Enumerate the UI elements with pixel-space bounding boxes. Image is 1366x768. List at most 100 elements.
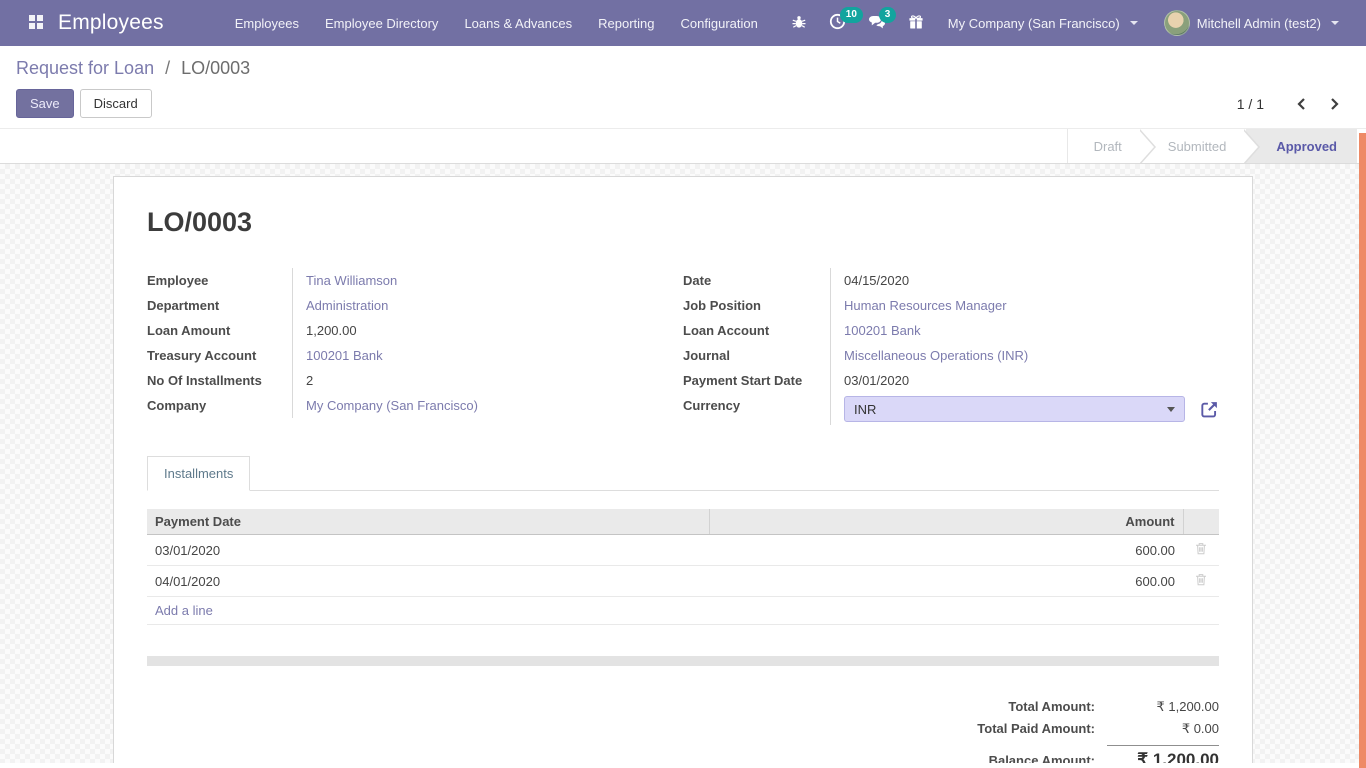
balance-amount-row: Balance Amount: ₹ 1,200.00 (989, 740, 1219, 763)
menu-reporting[interactable]: Reporting (585, 0, 667, 46)
breadcrumb-separator: / (165, 58, 170, 78)
total-paid-amount-value: ₹ 0.00 (1107, 721, 1219, 737)
field-value-installments-count[interactable]: 2 (293, 368, 667, 393)
apps-grid-icon (29, 15, 43, 32)
field-value-employee[interactable]: Tina Williamson (293, 268, 667, 293)
record-title: LO/0003 (147, 207, 1219, 238)
apps-menu-button[interactable] (0, 15, 58, 32)
trash-icon (1195, 573, 1207, 586)
menu-loans-advances[interactable]: Loans & Advances (451, 0, 585, 46)
field-label-loan-account: Loan Account (683, 318, 831, 343)
horizontal-scrollbar[interactable] (147, 656, 1219, 666)
field-label-employee: Employee (147, 268, 293, 293)
pager-previous-button[interactable] (1286, 93, 1316, 115)
column-header-amount[interactable]: Amount (710, 509, 1183, 535)
field-value-payment-start-date[interactable]: 03/01/2020 (831, 368, 1219, 393)
cell-payment-date[interactable]: 04/01/2020 (147, 566, 710, 597)
tab-bar: Installments (147, 455, 1219, 491)
pager: 1 / 1 (1237, 93, 1350, 115)
activities-button[interactable]: 10 (818, 0, 857, 46)
add-a-line-link[interactable]: Add a line (155, 603, 213, 618)
total-paid-amount-row: Total Paid Amount: ₹ 0.00 (977, 718, 1219, 740)
top-navbar: Employees Employees Employee Directory L… (0, 0, 1366, 46)
pager-next-button[interactable] (1320, 93, 1350, 115)
breadcrumb-current: LO/0003 (181, 58, 250, 78)
field-label-loan-amount: Loan Amount (147, 318, 293, 343)
pager-value: 1 / 1 (1237, 96, 1264, 112)
tab-installments[interactable]: Installments (147, 456, 250, 491)
notebook: Installments Payment Date Amount 03/01/2… (147, 455, 1219, 666)
app-brand-title[interactable]: Employees (58, 11, 164, 35)
field-value-loan-account[interactable]: 100201 Bank (831, 318, 1219, 343)
user-menu[interactable]: Mitchell Admin (test2) (1151, 0, 1352, 46)
table-row[interactable]: 04/01/2020 600.00 (147, 566, 1219, 597)
field-label-journal: Journal (683, 343, 831, 368)
form-view-content: LO/0003 Employee Tina Williamson Departm… (0, 164, 1366, 763)
field-label-installments-count: No Of Installments (147, 368, 293, 393)
column-header-payment-date[interactable]: Payment Date (147, 509, 710, 535)
save-button[interactable]: Save (16, 89, 74, 118)
menu-configuration[interactable]: Configuration (668, 0, 771, 46)
column-header-delete (1183, 509, 1219, 535)
status-step-approved[interactable]: Approved (1246, 129, 1357, 164)
field-group-right: Date 04/15/2020 Job Position Human Resou… (683, 268, 1219, 425)
breadcrumb: Request for Loan / LO/0003 (16, 58, 1350, 79)
debug-bug-button[interactable] (780, 0, 818, 46)
status-step-draft[interactable]: Draft (1067, 129, 1140, 164)
field-value-job-position[interactable]: Human Resources Manager (831, 293, 1219, 318)
statusbar: Draft Submitted Approved (0, 128, 1366, 164)
vertical-scrollbar[interactable] (1359, 133, 1366, 768)
messages-button[interactable]: 3 (857, 0, 897, 46)
company-switcher[interactable]: My Company (San Francisco) (935, 0, 1151, 46)
chevron-down-icon (1130, 21, 1138, 25)
field-value-date[interactable]: 04/15/2020 (831, 268, 1219, 293)
field-value-journal[interactable]: Miscellaneous Operations (INR) (831, 343, 1219, 368)
field-value-currency-widget: INR (831, 393, 1219, 425)
external-link-icon (1200, 400, 1219, 419)
field-value-loan-amount[interactable]: 1,200.00 (293, 318, 667, 343)
total-amount-value: ₹ 1,200.00 (1107, 699, 1219, 715)
field-value-department[interactable]: Administration (293, 293, 667, 318)
total-amount-row: Total Amount: ₹ 1,200.00 (1008, 696, 1219, 718)
main-menu: Employees Employee Directory Loans & Adv… (222, 0, 771, 46)
systray: 10 3 My Company (San Francisco) Mitchell… (780, 0, 1352, 46)
user-name: Mitchell Admin (test2) (1197, 16, 1321, 31)
chevron-down-icon (1331, 21, 1339, 25)
chevron-left-icon (1296, 97, 1306, 111)
total-amount-label: Total Amount: (1008, 699, 1095, 714)
status-step-submitted[interactable]: Submitted (1142, 129, 1245, 164)
rewards-button[interactable] (897, 0, 935, 46)
currency-select[interactable]: INR (844, 396, 1185, 422)
select-caret-icon (1167, 407, 1175, 412)
trash-icon (1195, 542, 1207, 555)
field-value-treasury-account[interactable]: 100201 Bank (293, 343, 667, 368)
delete-row-button[interactable] (1195, 543, 1207, 558)
cell-amount[interactable]: 600.00 (710, 535, 1183, 566)
message-count-badge: 3 (879, 7, 897, 23)
total-paid-amount-label: Total Paid Amount: (977, 721, 1095, 736)
cell-amount[interactable]: 600.00 (710, 566, 1183, 597)
field-label-department: Department (147, 293, 293, 318)
field-group-left: Employee Tina Williamson Department Admi… (147, 268, 667, 425)
field-label-currency: Currency (683, 393, 831, 425)
totals-group: Total Amount: ₹ 1,200.00 Total Paid Amou… (147, 696, 1219, 763)
discard-button[interactable]: Discard (80, 89, 152, 118)
field-label-job-position: Job Position (683, 293, 831, 318)
bug-icon (791, 14, 807, 33)
delete-row-button[interactable] (1195, 574, 1207, 589)
avatar (1164, 10, 1190, 36)
balance-amount-label: Balance Amount: (989, 753, 1095, 763)
field-value-company[interactable]: My Company (San Francisco) (293, 393, 667, 418)
field-label-payment-start-date: Payment Start Date (683, 368, 831, 393)
breadcrumb-parent-link[interactable]: Request for Loan (16, 58, 154, 78)
field-label-date: Date (683, 268, 831, 293)
currency-selected-option: INR (854, 402, 876, 417)
table-row[interactable]: 03/01/2020 600.00 (147, 535, 1219, 566)
menu-employee-directory[interactable]: Employee Directory (312, 0, 451, 46)
field-grid: Employee Tina Williamson Department Admi… (147, 268, 1219, 425)
cell-payment-date[interactable]: 03/01/2020 (147, 535, 710, 566)
menu-employees[interactable]: Employees (222, 0, 312, 46)
currency-external-link-button[interactable] (1200, 400, 1219, 419)
field-label-treasury-account: Treasury Account (147, 343, 293, 368)
balance-amount-value: ₹ 1,200.00 (1107, 745, 1219, 763)
